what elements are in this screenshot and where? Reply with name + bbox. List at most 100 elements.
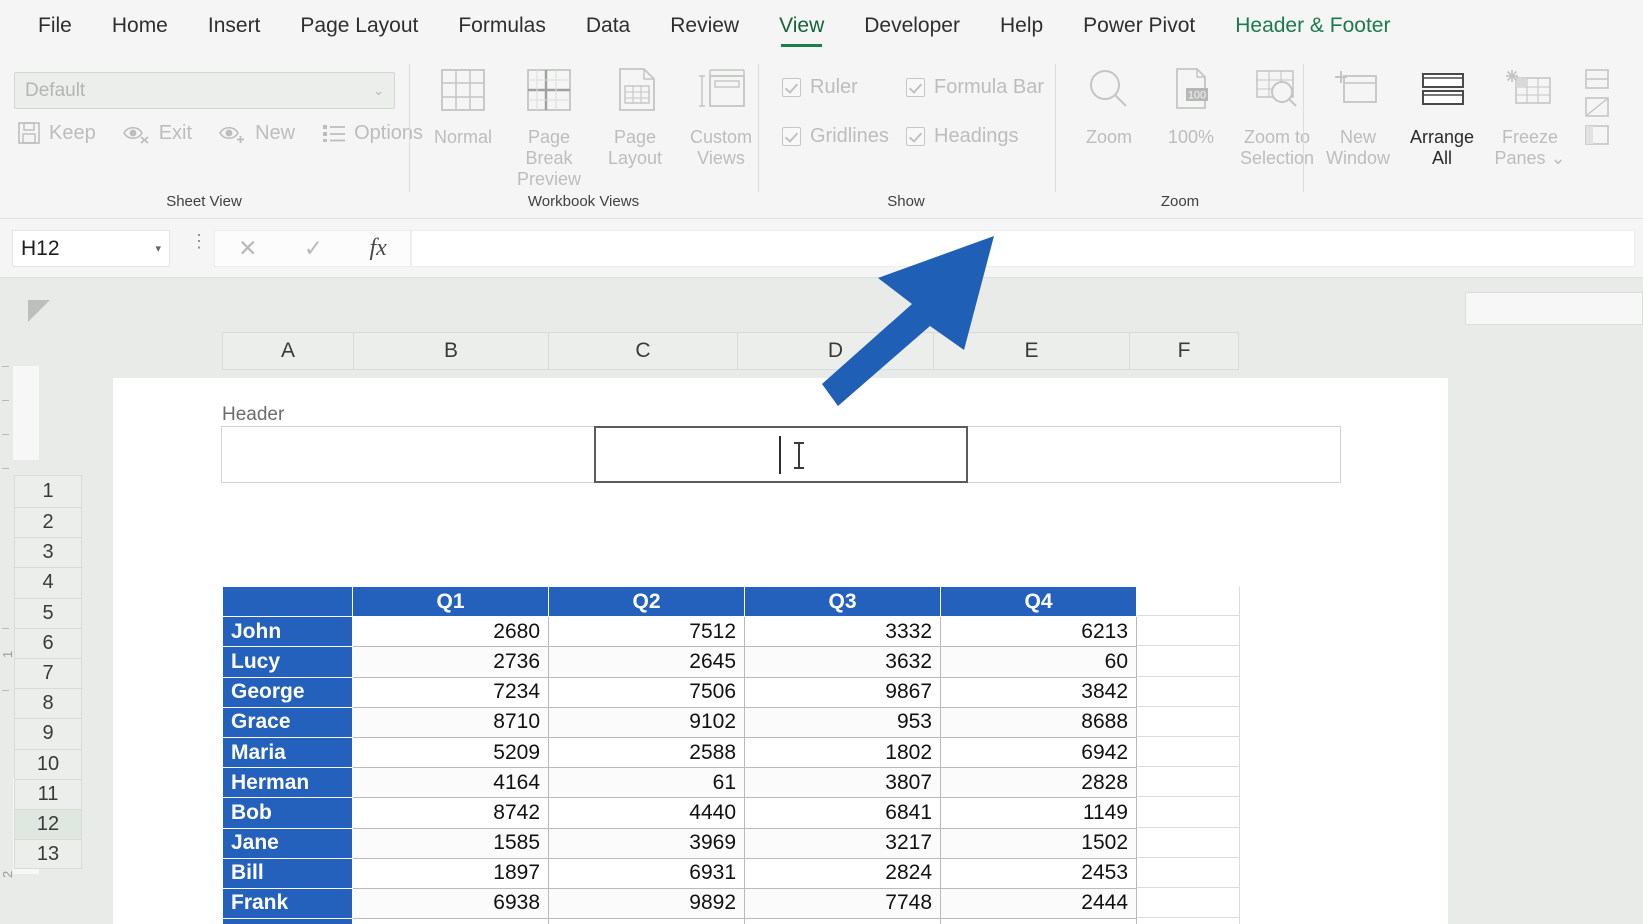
- header-box-center[interactable]: [594, 426, 968, 483]
- table-cell-q3[interactable]: 3217: [745, 828, 941, 858]
- sheet-view-new-button[interactable]: New: [218, 121, 295, 145]
- grid-cell[interactable]: [1131, 858, 1240, 888]
- header-box-left[interactable]: [221, 426, 595, 483]
- table-cell-q3[interactable]: 7748: [745, 888, 941, 918]
- table-row-name[interactable]: Bill: [223, 858, 353, 888]
- table-row-name[interactable]: Frank: [223, 888, 353, 918]
- ribbon-tab-view[interactable]: View: [759, 0, 844, 52]
- ribbon-tab-help[interactable]: Help: [980, 0, 1063, 52]
- grid-cell[interactable]: [1131, 677, 1240, 707]
- table-column-header-q2[interactable]: Q2: [549, 587, 745, 617]
- table-cell-q1[interactable]: 1897: [353, 858, 549, 888]
- table-cell-q2[interactable]: 7506: [549, 677, 745, 707]
- row-header-2[interactable]: 2: [14, 507, 82, 537]
- arrange-all-button[interactable]: Arrange All: [1400, 66, 1484, 169]
- cancel-icon[interactable]: ✕: [238, 235, 257, 262]
- normal-view-button[interactable]: Normal: [420, 66, 506, 190]
- row-header-11[interactable]: 11: [14, 779, 82, 809]
- table-row-name[interactable]: Jane: [223, 828, 353, 858]
- row-header-6[interactable]: 6: [14, 628, 82, 658]
- table-cell-q2[interactable]: 6931: [549, 858, 745, 888]
- table-cell-q4[interactable]: 5462: [941, 919, 1137, 924]
- sheet-view-combo[interactable]: Default ⌄: [14, 72, 395, 109]
- column-header-b[interactable]: B: [353, 332, 548, 370]
- table-cell-q4[interactable]: 6942: [941, 737, 1137, 767]
- table-row-name[interactable]: Herman: [223, 768, 353, 798]
- table-row-name[interactable]: Maria: [223, 737, 353, 767]
- ribbon-tab-header-and-footer[interactable]: Header & Footer: [1215, 0, 1410, 52]
- page-canvas[interactable]: Header: [113, 378, 1448, 924]
- table-cell-q4[interactable]: 2828: [941, 768, 1137, 798]
- table-cell-q4[interactable]: 1149: [941, 798, 1137, 828]
- table-cell-q1[interactable]: 7372: [353, 919, 549, 924]
- page-break-preview-button[interactable]: Page Break Preview: [506, 66, 592, 190]
- row-header-12[interactable]: 12: [14, 809, 82, 839]
- sheet-view-exit-button[interactable]: Exit: [122, 121, 192, 145]
- sheet-view-options-button[interactable]: Options: [321, 121, 423, 145]
- table-cell-q2[interactable]: 9892: [549, 888, 745, 918]
- ribbon-tab-power-pivot[interactable]: Power Pivot: [1063, 0, 1215, 52]
- row-header-7[interactable]: 7: [14, 658, 82, 688]
- grid-cell[interactable]: [1131, 767, 1240, 797]
- column-header-f[interactable]: F: [1129, 332, 1239, 370]
- table-cell-q2[interactable]: 4440: [549, 798, 745, 828]
- row-header-13[interactable]: 13: [14, 839, 82, 869]
- sheet-view-keep-button[interactable]: Keep: [16, 120, 96, 146]
- row-header-8[interactable]: 8: [14, 688, 82, 718]
- table-cell-q2[interactable]: 7578: [549, 919, 745, 924]
- table-cell-q4[interactable]: 2453: [941, 858, 1137, 888]
- ribbon-tab-file[interactable]: File: [18, 0, 92, 52]
- select-all-triangle-icon[interactable]: [28, 300, 50, 322]
- table-row-name[interactable]: Eric: [223, 919, 353, 924]
- zoom-button[interactable]: Zoom: [1068, 66, 1150, 169]
- show-ruler-checkbox[interactable]: Ruler: [782, 76, 906, 99]
- table-cell-q3[interactable]: 9867: [745, 677, 941, 707]
- table-cell-q3[interactable]: 3332: [745, 617, 941, 647]
- row-header-9[interactable]: 9: [14, 718, 82, 748]
- table-cell-q1[interactable]: 8742: [353, 798, 549, 828]
- table-cell-q3[interactable]: 3632: [745, 647, 941, 677]
- window-overflow-icons[interactable]: [1576, 66, 1618, 169]
- table-cell-q1[interactable]: 7234: [353, 677, 549, 707]
- zoom-100-button[interactable]: 100 100%: [1150, 66, 1232, 169]
- table-cell-q3[interactable]: 9343: [745, 919, 941, 924]
- column-header-d[interactable]: D: [737, 332, 933, 370]
- table-cell-q3[interactable]: 2824: [745, 858, 941, 888]
- table-cell-q2[interactable]: 61: [549, 768, 745, 798]
- table-cell-q3[interactable]: 6841: [745, 798, 941, 828]
- row-header-3[interactable]: 3: [14, 537, 82, 567]
- ribbon-tab-page-layout[interactable]: Page Layout: [280, 0, 438, 52]
- table-cell-q3[interactable]: 1802: [745, 737, 941, 767]
- table-cell-q4[interactable]: 3842: [941, 677, 1137, 707]
- table-cell-q1[interactable]: 2736: [353, 647, 549, 677]
- row-header-1[interactable]: 1: [14, 475, 82, 507]
- ribbon-tab-formulas[interactable]: Formulas: [438, 0, 566, 52]
- ribbon-tab-data[interactable]: Data: [566, 0, 650, 52]
- column-header-c[interactable]: C: [548, 332, 737, 370]
- header-box-right[interactable]: [967, 426, 1341, 483]
- row-header-5[interactable]: 5: [14, 598, 82, 628]
- table-cell-q1[interactable]: 4164: [353, 768, 549, 798]
- grid-cell[interactable]: [1131, 616, 1240, 646]
- table-cell-q2[interactable]: 9102: [549, 707, 745, 737]
- column-header-e[interactable]: E: [933, 332, 1129, 370]
- ribbon-tab-developer[interactable]: Developer: [844, 0, 980, 52]
- table-cell-q3[interactable]: 3807: [745, 768, 941, 798]
- formula-input[interactable]: [411, 230, 1635, 267]
- table-column-header-q3[interactable]: Q3: [745, 587, 941, 617]
- formula-bar-grip[interactable]: ⋮: [190, 237, 208, 245]
- grid-cell[interactable]: [1131, 586, 1240, 616]
- page-layout-button[interactable]: Page Layout: [592, 66, 678, 190]
- table-cell-q4[interactable]: 1502: [941, 828, 1137, 858]
- table-cell-q1[interactable]: 2680: [353, 617, 549, 647]
- table-row-name[interactable]: Grace: [223, 707, 353, 737]
- grid-cell[interactable]: [1131, 918, 1240, 924]
- table-cell-q1[interactable]: 5209: [353, 737, 549, 767]
- grid-cell[interactable]: [1131, 737, 1240, 767]
- table-row-name[interactable]: Lucy: [223, 647, 353, 677]
- table-row-name[interactable]: George: [223, 677, 353, 707]
- grid-cell[interactable]: [1131, 707, 1240, 737]
- row-header-10[interactable]: 10: [14, 749, 82, 779]
- insert-function-icon[interactable]: fx: [369, 235, 386, 262]
- table-cell-q2[interactable]: 2645: [549, 647, 745, 677]
